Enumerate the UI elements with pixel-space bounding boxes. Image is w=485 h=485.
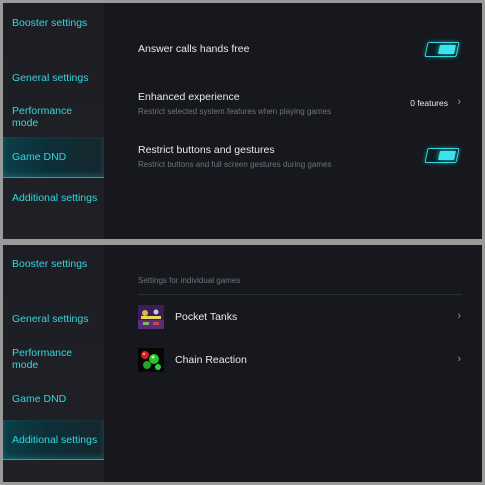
sidebar-item-label: Game DND: [12, 151, 67, 163]
sidebar-item-booster-settings[interactable]: Booster settings: [3, 256, 104, 276]
section-header: Settings for individual games: [138, 276, 241, 285]
chain-reaction-icon: [138, 348, 164, 372]
game-name: Chain Reaction: [175, 354, 247, 366]
sidebar-item-label: General settings: [12, 313, 89, 325]
toggle-knob: [438, 45, 456, 54]
answer-calls-toggle[interactable]: [424, 42, 460, 57]
sidebar-item-label: Performance: [12, 105, 73, 117]
sidebar-item-label: General settings: [12, 72, 89, 84]
restrict-buttons-toggle[interactable]: [424, 148, 460, 163]
game-dnd-screen: Booster settings General settings Perfor…: [3, 3, 482, 239]
sidebar-item-performance-mode[interactable]: Performance mode: [3, 103, 104, 133]
sidebar-item-game-dnd[interactable]: Game DND: [3, 391, 104, 411]
sidebar-item-label: Booster settings: [12, 17, 88, 29]
pocket-tanks-icon: [138, 305, 164, 329]
divider: [138, 294, 462, 295]
restrict-buttons-row[interactable]: Restrict buttons and gestures Restrict b…: [138, 142, 462, 174]
sidebar-item-label: Additional settings: [12, 192, 98, 204]
sidebar-item-label: Additional settings: [12, 434, 98, 446]
sidebar-item-label: mode: [12, 359, 39, 371]
game-item-chain-reaction[interactable]: Chain Reaction ›: [138, 348, 462, 374]
sidebar-item-label: mode: [12, 117, 39, 129]
game-name: Pocket Tanks: [175, 311, 238, 323]
settings-content: Settings for individual games Pocket Tan…: [104, 245, 482, 482]
sidebar-item-game-dnd[interactable]: Game DND: [3, 137, 104, 178]
answer-calls-row[interactable]: Answer calls hands free: [138, 41, 462, 61]
sidebar-item-booster-settings[interactable]: Booster settings: [3, 15, 104, 35]
sidebar-item-additional-settings[interactable]: Additional settings: [3, 190, 104, 210]
sidebar: Booster settings General settings Perfor…: [3, 245, 104, 482]
sidebar-item-label: Performance: [12, 347, 73, 359]
chevron-right-icon: ›: [457, 310, 461, 322]
row-subtitle: Restrict buttons and full screen gesture…: [138, 160, 332, 169]
sidebar-item-performance-mode[interactable]: Performance mode: [3, 345, 104, 375]
enhanced-experience-row[interactable]: Enhanced experience Restrict selected sy…: [138, 89, 462, 121]
row-title: Restrict buttons and gestures: [138, 144, 275, 156]
row-title: Enhanced experience: [138, 91, 240, 103]
row-title: Answer calls hands free: [138, 43, 250, 55]
chevron-right-icon: ›: [457, 96, 461, 108]
sidebar-item-general-settings[interactable]: General settings: [3, 311, 104, 331]
features-count: 0 features: [410, 98, 448, 108]
settings-content: Answer calls hands free Enhanced experie…: [104, 3, 482, 239]
sidebar-item-additional-settings[interactable]: Additional settings: [3, 420, 104, 460]
row-subtitle: Restrict selected system features when p…: [138, 107, 331, 116]
sidebar-item-label: Booster settings: [12, 258, 88, 270]
chevron-right-icon: ›: [457, 353, 461, 365]
toggle-knob: [438, 151, 456, 160]
additional-settings-screen: Booster settings General settings Perfor…: [3, 245, 482, 482]
sidebar: Booster settings General settings Perfor…: [3, 3, 104, 239]
sidebar-item-general-settings[interactable]: General settings: [3, 70, 104, 90]
game-item-pocket-tanks[interactable]: Pocket Tanks ›: [138, 305, 462, 331]
sidebar-item-label: Game DND: [12, 393, 67, 405]
